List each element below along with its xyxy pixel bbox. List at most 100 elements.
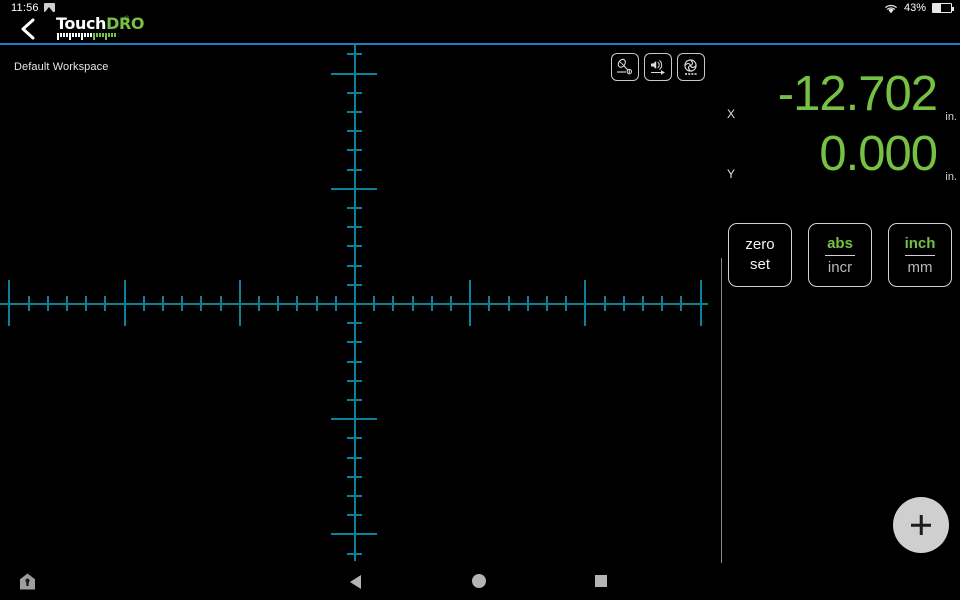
ruler-tick	[346, 399, 362, 401]
crosshair-ruler-graphic	[0, 45, 722, 563]
ruler-tick	[85, 295, 87, 311]
ruler-tick	[346, 207, 362, 209]
image-icon	[44, 3, 55, 12]
ruler-axis-line	[354, 45, 356, 561]
edge-finder-probe-icon[interactable]	[611, 53, 639, 81]
wifi-icon	[884, 3, 898, 14]
ruler-tick	[239, 280, 241, 326]
ruler-tick	[331, 188, 377, 190]
android-navigation-bar	[0, 563, 960, 600]
ruler-tick	[431, 295, 433, 311]
axis-value-x[interactable]: -12.702	[778, 63, 938, 125]
ruler-tick	[661, 295, 663, 311]
ruler-tick	[346, 514, 362, 516]
ruler-tick	[346, 341, 362, 343]
nav-home-circle-icon[interactable]	[472, 574, 486, 588]
ruler-tick	[508, 295, 510, 311]
ruler-tick	[143, 295, 145, 311]
ruler-tick	[642, 295, 644, 311]
tool-cutter-icon[interactable]	[677, 53, 705, 81]
ruler-tick	[373, 295, 375, 311]
nav-back-triangle-icon[interactable]	[350, 575, 361, 589]
axis-label-x: X	[727, 107, 736, 121]
dro-mode-buttons: zero set abs incr inch mm	[728, 223, 952, 287]
ruler-tick	[181, 295, 183, 311]
abs-incr-button[interactable]: abs incr	[808, 223, 872, 287]
ruler-tick	[331, 418, 377, 420]
app-action-bar: TouchDRO ®	[0, 14, 960, 44]
axis-row-x: X -12.702 in.	[722, 67, 960, 129]
ruler-tick	[354, 295, 356, 311]
brand-scale-graphic	[57, 33, 125, 40]
inch-mm-button[interactable]: inch mm	[888, 223, 952, 287]
ruler-tick	[346, 476, 362, 478]
ruler-tick	[346, 265, 362, 267]
inch-mm-separator	[905, 254, 935, 256]
ruler-tick	[47, 295, 49, 311]
ruler-tick	[296, 295, 298, 311]
ruler-tick	[316, 295, 318, 311]
upload-home-icon[interactable]	[17, 571, 38, 592]
ruler-tick	[700, 280, 702, 326]
back-arrow-icon[interactable]	[14, 14, 44, 44]
add-floating-action-button[interactable]	[893, 497, 949, 553]
speaker-feed-icon[interactable]	[644, 53, 672, 81]
ruler-tick	[346, 303, 362, 305]
axis-unit-x: in.	[945, 111, 957, 123]
nav-recents-square-icon[interactable]	[595, 575, 607, 587]
ruler-tick	[346, 437, 362, 439]
ruler-tick	[584, 280, 586, 326]
ruler-tick	[346, 53, 362, 55]
zero-set-button[interactable]: zero set	[728, 223, 792, 287]
ruler-tick	[565, 295, 567, 311]
ruler-tick	[220, 295, 222, 311]
workspace-canvas[interactable]: Default Workspace	[0, 45, 722, 563]
ruler-tick	[346, 92, 362, 94]
ruler-tick	[346, 149, 362, 151]
status-bar-clock: 11:56	[11, 2, 39, 14]
axis-row-y: Y 0.000 in.	[722, 127, 960, 189]
ruler-tick	[124, 280, 126, 326]
ruler-tick	[488, 295, 490, 311]
zero-set-bottom-label: set	[749, 256, 770, 273]
dro-readout-panel: X -12.702 in. Y 0.000 in. zero set abs i…	[722, 45, 960, 563]
ruler-tick	[469, 280, 471, 326]
ruler-tick	[412, 295, 414, 311]
ruler-tick	[346, 553, 362, 555]
ruler-tick	[450, 295, 452, 311]
touchdro-app-window: 11:56 43% TouchDRO ® Default Workspace X…	[0, 0, 960, 600]
incr-label: incr	[827, 258, 853, 276]
brand-registered-mark: ®	[124, 16, 130, 23]
ruler-tick	[346, 303, 362, 305]
ruler-tick	[335, 295, 337, 311]
ruler-tick	[346, 361, 362, 363]
ruler-tick	[346, 169, 362, 171]
ruler-tick	[346, 284, 362, 286]
ruler-tick	[546, 295, 548, 311]
ruler-tick	[392, 295, 394, 311]
mm-label: mm	[907, 258, 933, 276]
battery-percent-label: 43%	[903, 2, 926, 14]
workspace-name-label: Default Workspace	[14, 61, 109, 73]
inch-label: inch	[904, 234, 936, 252]
ruler-tick	[354, 295, 356, 311]
axis-value-y[interactable]: 0.000	[819, 123, 938, 185]
battery-icon	[932, 3, 954, 13]
ruler-tick	[346, 245, 362, 247]
ruler-tick	[258, 295, 260, 311]
ruler-tick	[346, 226, 362, 228]
abs-incr-separator	[825, 254, 855, 256]
ruler-tick	[66, 295, 68, 311]
ruler-tick	[104, 295, 106, 311]
ruler-tick	[346, 495, 362, 497]
touchdro-logo: TouchDRO ®	[56, 15, 146, 44]
axis-unit-y: in.	[945, 171, 957, 183]
ruler-tick	[277, 295, 279, 311]
ruler-tick	[623, 295, 625, 311]
ruler-tick	[200, 295, 202, 311]
ruler-tick	[331, 73, 377, 75]
workspace-tool-buttons	[611, 53, 705, 81]
ruler-tick	[680, 295, 682, 311]
ruler-tick	[162, 295, 164, 311]
brand-wordmark: TouchDRO	[56, 15, 144, 33]
